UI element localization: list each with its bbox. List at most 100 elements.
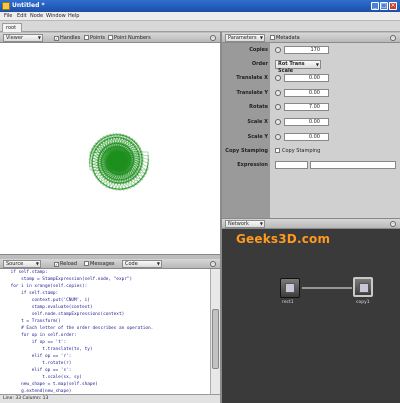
param-row-translate-y: Translate Y 0.00 (222, 88, 400, 99)
expression-toggle-icon[interactable] (275, 119, 281, 125)
points-label: Points (90, 35, 106, 41)
chevron-down-icon: ▼ (259, 35, 263, 40)
param-row-copy-stamping: Copy Stamping Copy Stamping (222, 146, 400, 157)
param-label: Scale X (247, 119, 268, 125)
messages-button[interactable]: Messages (84, 261, 115, 267)
close-button[interactable]: × (389, 2, 397, 10)
param-row-copies: Copies 170 (222, 45, 400, 56)
parameters-mode-select[interactable]: Parameters ▼ (225, 34, 265, 42)
menu-help[interactable]: Help (68, 13, 79, 19)
chevron-down-icon: ▼ (156, 261, 160, 266)
handles-label: Handles (60, 35, 81, 41)
node-copy1[interactable] (353, 277, 373, 297)
param-label: Rotate (249, 104, 268, 110)
app-icon (2, 2, 10, 10)
source-mode-select[interactable]: Source ▼ (3, 260, 41, 268)
param-row-rotate: Rotate 7.00 (222, 102, 400, 113)
source-options-icon[interactable]: · (210, 261, 216, 267)
parameters-header: Parameters ▼ Metadata · (222, 33, 400, 43)
param-row-translate-x: Translate X 0.00 (222, 73, 400, 84)
copy-stamping-checkbox[interactable]: Copy Stamping (275, 148, 320, 154)
expression-field[interactable] (310, 161, 396, 169)
param-row-scale-y: Scale Y 0.00 (222, 132, 400, 143)
menu-bar: File Edit Node Window Help (0, 12, 400, 21)
param-row-scale-x: Scale X 0.00 (222, 117, 400, 128)
parameters-mode-label: Parameters (228, 35, 257, 41)
title-bar: Untitled * _ □ × (0, 0, 400, 12)
metadata-button[interactable]: Metadata (270, 35, 300, 41)
copy-stamping-label: Copy Stamping (282, 148, 321, 154)
menu-edit[interactable]: Edit (17, 13, 27, 19)
messages-icon (84, 261, 89, 266)
param-label: Expression (237, 162, 268, 168)
node-connection (302, 287, 352, 289)
network-view[interactable]: Geeks3D.com rect1 copy1 (222, 229, 400, 403)
node-label-rect1: rect1 (282, 300, 294, 305)
rotate-field[interactable]: 7.00 (284, 103, 329, 111)
metadata-label: Metadata (276, 35, 300, 41)
chevron-down-icon: ▼ (259, 221, 263, 226)
menu-window[interactable]: Window (46, 13, 66, 19)
network-mode-select[interactable]: Network ▼ (225, 220, 265, 228)
copy-node-icon (359, 283, 369, 293)
network-options-icon[interactable]: · (390, 221, 396, 227)
param-label: Order (251, 61, 268, 67)
tab-root[interactable]: root (2, 23, 22, 32)
parameters-options-icon[interactable]: · (390, 35, 396, 41)
translate-x-field[interactable]: 0.00 (284, 74, 329, 82)
node-label-copy1: copy1 (356, 300, 370, 305)
maximize-button[interactable]: □ (380, 2, 388, 10)
checkbox-box (84, 35, 89, 40)
expression-toggle-icon[interactable] (275, 104, 281, 110)
menu-node[interactable]: Node (30, 13, 43, 19)
scrollbar-thumb[interactable] (212, 309, 219, 369)
param-label: Scale Y (247, 134, 268, 140)
param-label: Copies (249, 47, 268, 53)
node-rect1[interactable] (280, 278, 300, 298)
reload-button[interactable]: ✓ Reload (54, 261, 77, 267)
viewer-mode-select[interactable]: Viewer ▼ (3, 34, 43, 42)
point-numbers-checkbox[interactable]: Point Numbers (108, 35, 151, 41)
code-scrollbar[interactable] (210, 269, 220, 394)
expression-key-field[interactable] (275, 161, 308, 169)
minimize-button[interactable]: _ (371, 2, 379, 10)
checkbox-box (275, 148, 280, 153)
scale-x-field[interactable]: 0.00 (284, 118, 329, 126)
param-row-order: Order Rot Trans Scale ▼ (222, 59, 400, 74)
code-mode-label: Code (125, 261, 138, 267)
parameters-panel: Copies 170 Order Rot Trans Scale ▼ Transl… (222, 43, 400, 218)
code-editor[interactable]: if self.stamp: stamp = StampExpression(s… (0, 269, 210, 394)
rect-node-icon (285, 283, 295, 293)
param-label: Translate X (236, 75, 268, 81)
handles-checkbox[interactable]: ✓ Handles (54, 35, 80, 41)
expression-toggle-icon[interactable] (275, 75, 281, 81)
chevron-down-icon: ▼ (315, 62, 319, 67)
source-mode-label: Source (6, 261, 24, 267)
reload-icon: ✓ (54, 262, 59, 267)
copies-field[interactable]: 170 (284, 46, 329, 54)
scale-y-field[interactable]: 0.00 (284, 133, 329, 141)
checkbox-box (108, 35, 113, 40)
points-checkbox[interactable]: Points (84, 35, 105, 41)
expression-toggle-icon[interactable] (275, 90, 281, 96)
chevron-down-icon: ▼ (35, 261, 39, 266)
translate-y-field[interactable]: 0.00 (284, 89, 329, 97)
network-mode-label: Network (228, 221, 249, 227)
reload-label: Reload (60, 261, 78, 267)
chevron-down-icon: ▼ (37, 35, 41, 40)
checkmark-icon: ✓ (54, 36, 59, 41)
viewer-options-icon[interactable]: · (210, 35, 216, 41)
point-numbers-label: Point Numbers (114, 35, 151, 41)
menu-file[interactable]: File (4, 13, 12, 19)
expression-toggle-icon[interactable] (275, 134, 281, 140)
expression-toggle-icon[interactable] (275, 47, 281, 53)
viewer-canvas[interactable] (0, 43, 220, 254)
document-tab-bar: root (0, 21, 400, 32)
window-title: Untitled * (12, 2, 45, 9)
order-select[interactable]: Rot Trans Scale ▼ (275, 60, 321, 74)
param-row-expression: Expression (222, 160, 400, 171)
viewer-header: Viewer ▼ ✓ Handles Points Point Numbers · (0, 33, 220, 43)
viewer-mode-label: Viewer (6, 35, 23, 41)
source-header: Source ▼ ✓ Reload Messages Code ▼ · (0, 259, 220, 269)
code-mode-select[interactable]: Code ▼ (122, 260, 162, 268)
